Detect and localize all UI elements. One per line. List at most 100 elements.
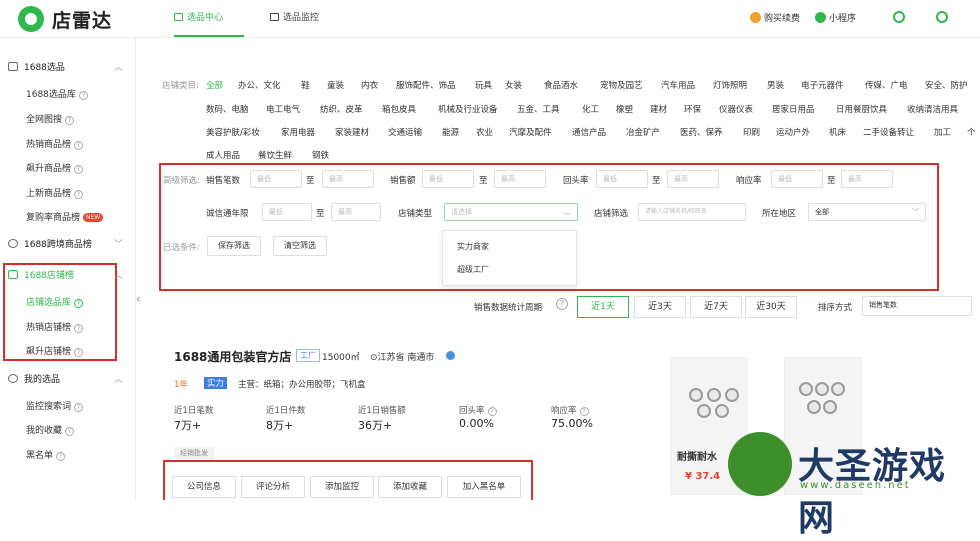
category-item[interactable]: 餐饮生鲜: [258, 149, 292, 161]
category-item[interactable]: 家用电器: [281, 126, 315, 138]
category-item[interactable]: 环保: [684, 103, 701, 115]
headset-icon[interactable]: [893, 11, 905, 23]
period-1d-button[interactable]: 近1天: [577, 296, 629, 318]
sidebar-item-rising-products[interactable]: 飙升商品榜?: [26, 161, 84, 174]
region-select[interactable]: 全部 ﹀: [808, 203, 926, 221]
category-item[interactable]: 汽车用品: [661, 79, 695, 91]
buy-renew-link[interactable]: 购买续费: [750, 11, 800, 24]
category-item[interactable]: 内衣: [361, 79, 378, 91]
category-item[interactable]: 居家日用品: [772, 103, 815, 115]
category-item[interactable]: 仪器仪表: [719, 103, 753, 115]
sales-count-min-input[interactable]: 最低: [250, 170, 302, 188]
collapse-sidebar-icon[interactable]: ‹: [136, 292, 141, 306]
sidebar-section-crossborder[interactable]: 1688跨境商品榜 ﹀: [8, 237, 123, 250]
dropdown-option-super-factory[interactable]: 超级工厂: [457, 264, 489, 275]
category-item[interactable]: 机床: [829, 126, 846, 138]
category-item[interactable]: 箱包皮具: [382, 103, 416, 115]
dropdown-option-strong-merchant[interactable]: 实力商家: [457, 241, 489, 252]
category-item[interactable]: 医药、保养: [680, 126, 723, 138]
add-favorite-button[interactable]: 添加收藏: [378, 476, 442, 498]
category-item[interactable]: 个: [967, 126, 976, 138]
add-monitor-button[interactable]: 添加监控: [310, 476, 374, 498]
tab-selection-monitor[interactable]: 选品监控: [270, 0, 319, 37]
category-item[interactable]: 男装: [767, 79, 784, 91]
clear-filter-button[interactable]: 清空筛选: [273, 236, 327, 256]
sales-count-max-input[interactable]: 最高: [322, 170, 374, 188]
category-item[interactable]: 家装建材: [335, 126, 369, 138]
category-item[interactable]: 能源: [442, 126, 459, 138]
sidebar-section-my-selection[interactable]: 我的选品 ︿: [8, 372, 123, 385]
user-icon[interactable]: [936, 11, 948, 23]
sidebar-item-rising-shops[interactable]: 飙升店铺榜?: [26, 344, 84, 357]
sidebar-item-hot-shops[interactable]: 热销店铺榜?: [26, 320, 84, 333]
category-item[interactable]: 通信产品: [572, 126, 606, 138]
tab-selection-center[interactable]: 选品中心: [174, 0, 244, 37]
category-item[interactable]: 电工电气: [266, 103, 300, 115]
sidebar-section-shop-rank[interactable]: 1688店铺榜 ︿: [8, 268, 123, 281]
shop-name[interactable]: 1688通用包装官方店: [174, 348, 291, 365]
sales-amount-min-input[interactable]: 最低: [422, 170, 474, 188]
sidebar-item-new-products[interactable]: 上新商品榜?: [26, 186, 84, 199]
sidebar-item-selection-lib[interactable]: 1688选品库?: [26, 87, 88, 100]
category-item[interactable]: 成人用品: [206, 149, 240, 161]
save-filter-button[interactable]: 保存筛选: [207, 236, 261, 256]
category-item[interactable]: 美容护肤/彩妆: [206, 126, 260, 138]
category-item[interactable]: 加工: [934, 126, 951, 138]
period-3d-button[interactable]: 近3天: [634, 296, 686, 318]
category-item[interactable]: 纺织、皮革: [320, 103, 363, 115]
sidebar-item-shop-lib[interactable]: 店铺选品库?: [26, 295, 84, 308]
credit-years-max-input[interactable]: 最高: [331, 203, 381, 221]
category-item[interactable]: 安全、防护: [925, 79, 968, 91]
category-item[interactable]: 传媒、广电: [865, 79, 908, 91]
period-7d-button[interactable]: 近7天: [690, 296, 742, 318]
return-rate-min-input[interactable]: 最低: [596, 170, 648, 188]
category-item[interactable]: 建材: [650, 103, 667, 115]
category-item[interactable]: 食品酒水: [544, 79, 578, 91]
sidebar-item-hot-products[interactable]: 热销商品榜?: [26, 137, 84, 150]
category-item[interactable]: 机械及行业设备: [438, 103, 498, 115]
category-item[interactable]: 玩具: [475, 79, 492, 91]
category-item[interactable]: 全部: [206, 79, 223, 91]
category-item[interactable]: 宠物及园艺: [600, 79, 643, 91]
response-rate-max-input[interactable]: 最高: [841, 170, 893, 188]
category-item[interactable]: 冶金矿产: [626, 126, 660, 138]
response-rate-min-input[interactable]: 最低: [771, 170, 823, 188]
category-item[interactable]: 日用餐厨饮具: [836, 103, 887, 115]
period-30d-button[interactable]: 近30天: [745, 296, 797, 318]
category-item[interactable]: 电子元器件: [801, 79, 844, 91]
category-item[interactable]: 女装: [505, 79, 522, 91]
add-blacklist-button[interactable]: 加入黑名单: [447, 476, 521, 498]
category-item[interactable]: 交通运输: [388, 126, 422, 138]
category-item[interactable]: 印刷: [743, 126, 760, 138]
category-item[interactable]: 鞋: [301, 79, 310, 91]
category-item[interactable]: 运动户外: [776, 126, 810, 138]
sort-select[interactable]: 销售笔数: [862, 296, 972, 316]
shop-filter-input[interactable]: 请输入店铺名称/旺旺名: [638, 203, 746, 221]
category-item[interactable]: 五金、工具: [517, 103, 560, 115]
return-rate-max-input[interactable]: 最高: [667, 170, 719, 188]
category-item[interactable]: 二手设备转让: [863, 126, 914, 138]
category-item[interactable]: 服饰配件、饰品: [396, 79, 456, 91]
category-item[interactable]: 灯饰照明: [713, 79, 747, 91]
sidebar-item-image-search[interactable]: 全网图搜?: [26, 112, 75, 125]
sales-amount-max-input[interactable]: 最高: [494, 170, 546, 188]
sidebar-item-favorites[interactable]: 我的收藏?: [26, 423, 75, 436]
category-item[interactable]: 钢铁: [312, 149, 329, 161]
category-item[interactable]: 童装: [327, 79, 344, 91]
category-item[interactable]: 办公、文化: [238, 79, 281, 91]
category-item[interactable]: 农业: [476, 126, 493, 138]
mini-program-link[interactable]: 小程序: [815, 11, 856, 24]
category-item[interactable]: 数码、电脑: [206, 103, 249, 115]
sidebar-section-1688[interactable]: 1688选品 ︿: [8, 60, 123, 73]
review-analysis-button[interactable]: 评论分析: [241, 476, 305, 498]
credit-years-min-input[interactable]: 最低: [262, 203, 312, 221]
category-item[interactable]: 橡塑: [616, 103, 633, 115]
info-icon[interactable]: [446, 351, 455, 360]
company-info-button[interactable]: 公司信息: [172, 476, 236, 498]
sidebar-item-monitor-keywords[interactable]: 监控搜索词?: [26, 399, 84, 412]
sidebar-item-repurchase[interactable]: 复购率商品榜 NEW: [26, 210, 104, 223]
category-item[interactable]: 化工: [582, 103, 599, 115]
shop-type-select[interactable]: 请选择 ︿: [444, 203, 578, 221]
category-item[interactable]: 汽摩及配件: [509, 126, 552, 138]
sidebar-item-blacklist[interactable]: 黑名单?: [26, 448, 66, 461]
